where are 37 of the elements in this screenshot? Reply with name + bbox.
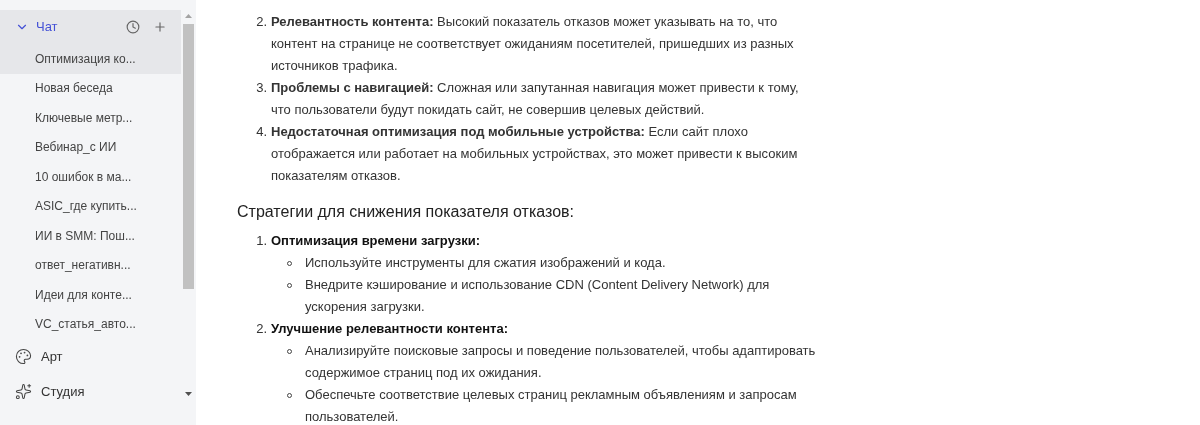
list-title: Оптимизация времени загрузки: xyxy=(271,232,480,250)
scroll-down-icon[interactable] xyxy=(185,392,192,396)
chat-section-header[interactable]: Чат xyxy=(0,10,181,44)
bullet-text: Анализируйте поисковые запросы и поведение пользователей, чтобы адаптировать содержимое страниц под их ожидания. xyxy=(305,342,817,382)
list-number: 2. xyxy=(255,320,268,338)
chat-item[interactable]: ответ_негативн... xyxy=(0,250,181,280)
list-title: Улучшение релевантности контента: xyxy=(271,320,508,338)
bullet-text: Обеспечьте соответствие целевых страниц рекламным объявлениям и запросам пользователей. xyxy=(305,386,798,425)
section-heading: Стратегии для снижения показателя отказов: xyxy=(237,202,575,222)
add-icon[interactable] xyxy=(153,20,167,34)
list-number: 2. xyxy=(255,13,268,31)
chat-item[interactable]: Вебинар_с ИИ xyxy=(0,132,181,162)
list-number: 1. xyxy=(255,232,268,250)
section-label: Чат xyxy=(36,18,58,37)
chat-item[interactable]: Ключевые метр... xyxy=(0,103,181,133)
scroll-up-icon[interactable] xyxy=(185,14,192,18)
chat-item[interactable]: Идеи для конте... xyxy=(0,280,181,310)
chat-item[interactable]: VC_статья_авто... xyxy=(0,309,181,339)
palette-icon xyxy=(15,348,32,365)
chat-item[interactable]: Оптимизация ко... xyxy=(0,44,181,74)
bullet-text: Внедрите кэширование и использование CDN (Content Delivery Network) для ускорения загрузки. xyxy=(305,276,771,316)
chat-item[interactable]: ИИ в SMM: Пош... xyxy=(0,221,181,251)
scrollbar-thumb[interactable] xyxy=(183,24,194,289)
sparkle-icon xyxy=(15,383,32,400)
list-number: 4. xyxy=(255,123,268,141)
history-icon[interactable] xyxy=(126,20,140,34)
bullet-text: Используйте инструменты для сжатия изображений и кода. xyxy=(305,254,667,272)
sidebar-section[interactable]: Арт xyxy=(0,339,181,374)
sidebar-section[interactable]: Студия xyxy=(0,374,181,409)
list-text: Недостаточная оптимизация под мобильные устройства: Если сайт плохо отображается или работает на мобильных устройствах, это может привести к высоким показателям отказов. xyxy=(271,123,799,185)
list-number: 3. xyxy=(255,79,268,97)
chat-item[interactable]: Новая беседа xyxy=(0,73,181,103)
chat-item[interactable]: 10 ошибок в ма... xyxy=(0,162,181,192)
scrollbar[interactable] xyxy=(181,0,196,425)
list-text: Проблемы с навигацией: Сложная или запутанная навигация может привести к тому, что пользователи будут покидать сайт, не совершив целевых действий. xyxy=(271,79,800,119)
list-text: Релевантность контента: Высокий показатель отказов может указывать на то, что контент на странице не соответствует ожиданиям посетителей, пришедших из разных источников трафика. xyxy=(271,13,795,75)
chat-item[interactable]: ASIC_где купить... xyxy=(0,191,181,221)
